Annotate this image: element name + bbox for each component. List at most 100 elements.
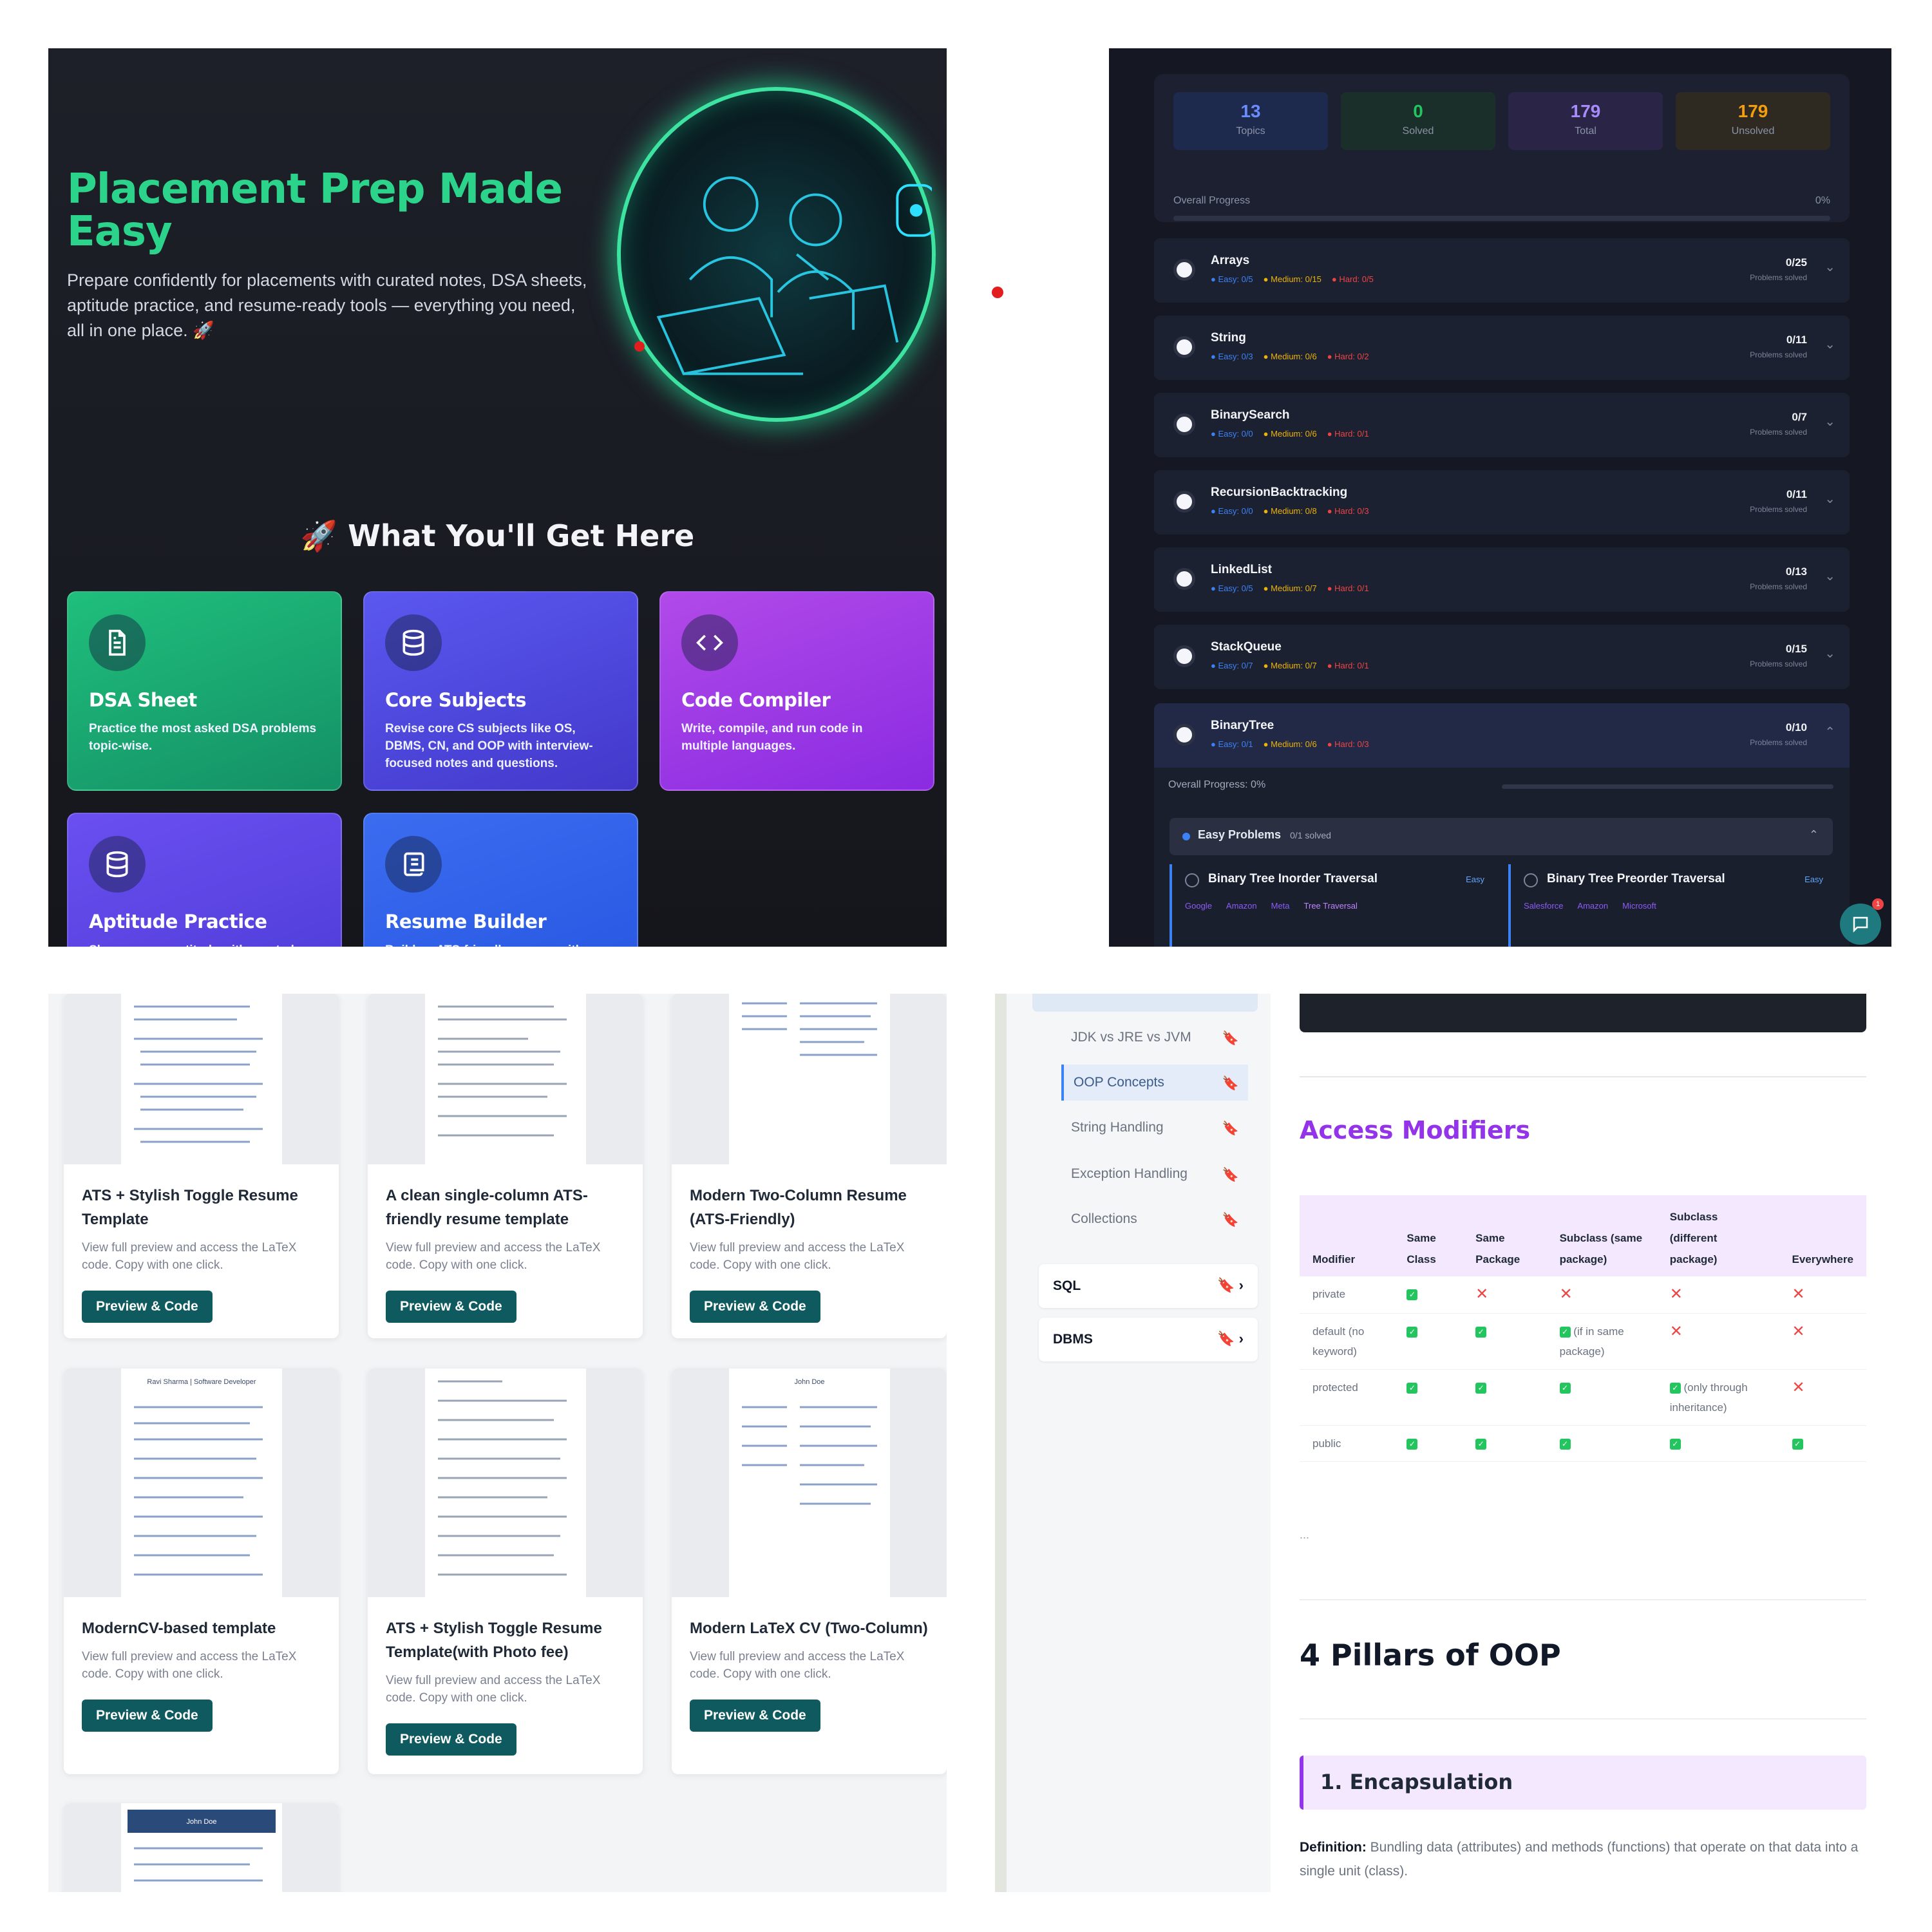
table-row: default (no keyword) ✓ ✓ ✓ (if in same p… bbox=[1300, 1313, 1866, 1370]
check-icon: ✓ bbox=[1406, 1383, 1418, 1394]
sidebar-group-dbms[interactable]: DBMS 🔖 › bbox=[1039, 1318, 1258, 1361]
status-dot bbox=[1173, 259, 1195, 281]
feature-title: Aptitude Practice bbox=[89, 911, 267, 933]
divider bbox=[1300, 1718, 1866, 1719]
status-dot bbox=[1173, 645, 1195, 667]
topic-row-string[interactable]: String ● Easy: 0/3 ● Medium: 0/6 ● Hard: 0… bbox=[1154, 316, 1850, 380]
chevron-up-icon[interactable]: ⌃ bbox=[1824, 724, 1835, 740]
bookmark-icon[interactable]: 🔖 bbox=[1222, 1213, 1239, 1228]
notification-badge: 1 bbox=[1872, 898, 1884, 910]
sidebar-section-header[interactable] bbox=[1032, 994, 1258, 1012]
chevron-down-icon[interactable]: ⌄ bbox=[1824, 336, 1835, 352]
check-icon: ✓ bbox=[1475, 1439, 1487, 1450]
code-icon bbox=[681, 614, 738, 671]
feature-card-dsa-sheet[interactable]: DSA Sheet Practice the most asked DSA pr… bbox=[67, 591, 342, 791]
hero-description: Prepare confidently for placements with … bbox=[67, 270, 587, 340]
chevron-down-icon[interactable]: ⌄ bbox=[1824, 491, 1835, 507]
table-header: Subclass (different package) bbox=[1656, 1195, 1779, 1276]
hero-illustration bbox=[617, 87, 936, 422]
feature-desc: Sharpen your aptitude with curated bbox=[89, 942, 320, 947]
resume-card: John Doe bbox=[64, 1803, 339, 1892]
table-header: Same Package bbox=[1463, 1195, 1547, 1276]
table-header: Same Class bbox=[1394, 1195, 1463, 1276]
resume-title: A clean single-column ATS-friendly resum… bbox=[386, 1187, 588, 1228]
hero-panel: Placement Prep Made Easy Prepare confide… bbox=[48, 48, 947, 947]
chevron-up-icon[interactable]: ⌃ bbox=[1809, 828, 1819, 842]
preview-code-button[interactable]: Preview & Code bbox=[386, 1723, 516, 1756]
topic-row-binarysearch[interactable]: BinarySearch ● Easy: 0/0 ● Medium: 0/6 ● H… bbox=[1154, 393, 1850, 457]
resume-card: John Doe Modern LaTeX CV (Two-Column) Vi… bbox=[672, 1368, 947, 1774]
cross-icon: ✕ bbox=[1559, 1285, 1573, 1303]
students-laptop-illustration bbox=[656, 176, 932, 375]
oop-notes-panel: JDK vs JRE vs JVM 🔖 OOP Concepts 🔖 String … bbox=[995, 994, 1893, 1892]
preview-code-button[interactable]: Preview & Code bbox=[82, 1291, 213, 1323]
chevron-down-icon[interactable]: ⌄ bbox=[1824, 645, 1835, 661]
overall-progress-label: Overall Progress bbox=[1173, 195, 1251, 206]
problem-card[interactable]: Binary Tree Inorder Traversal Easy Googl… bbox=[1170, 864, 1495, 947]
problem-card[interactable]: Binary Tree Preorder Traversal Easy Sale… bbox=[1508, 864, 1833, 947]
bookmark-icon[interactable]: 🔖 bbox=[1222, 1076, 1239, 1092]
resume-title: ATS + Stylish Toggle Resume Template(wit… bbox=[386, 1620, 602, 1661]
table-header: Subclass (same package) bbox=[1546, 1195, 1657, 1276]
check-icon: ✓ bbox=[1475, 1327, 1487, 1338]
topic-row-arrays[interactable]: Arrays ● Easy: 0/5 ● Medium: 0/15 ● Hard: … bbox=[1154, 238, 1850, 303]
check-icon: ✓ bbox=[1406, 1439, 1418, 1450]
resume-desc: View full preview and access the LaTeX c… bbox=[386, 1674, 601, 1705]
preview-code-button[interactable]: Preview & Code bbox=[690, 1700, 820, 1732]
checkbox[interactable] bbox=[1185, 873, 1199, 887]
sidebar-item-oop-concepts[interactable]: OOP Concepts 🔖 bbox=[1061, 1065, 1248, 1101]
topic-row-binarytree[interactable]: BinaryTree ● Easy: 0/1 ● Medium: 0/6 ● Har… bbox=[1154, 703, 1850, 768]
topic-row-stackqueue[interactable]: StackQueue ● Easy: 0/7 ● Medium: 0/7 ● Har… bbox=[1154, 625, 1850, 689]
resume-thumbnail[interactable] bbox=[672, 994, 947, 1164]
resume-title: Modern Two-Column Resume (ATS-Friendly) bbox=[690, 1187, 907, 1228]
check-icon: ✓ bbox=[1475, 1383, 1487, 1394]
checkbox[interactable] bbox=[1524, 873, 1538, 887]
preview-code-button[interactable]: Preview & Code bbox=[386, 1291, 516, 1323]
easy-problems-header[interactable]: Easy Problems 0/1 solved ⌃ bbox=[1170, 818, 1833, 855]
resume-title: Modern LaTeX CV (Two-Column) bbox=[690, 1620, 928, 1637]
topic-row-linkedlist[interactable]: LinkedList ● Easy: 0/5 ● Medium: 0/7 ● Har… bbox=[1154, 547, 1850, 612]
sidebar-item-string-handling[interactable]: String Handling 🔖 bbox=[1061, 1110, 1248, 1146]
sidebar-item-collections[interactable]: Collections 🔖 bbox=[1061, 1201, 1248, 1237]
bookmark-chevron-icon[interactable]: 🔖 › bbox=[1217, 1331, 1244, 1347]
bookmark-icon[interactable]: 🔖 bbox=[1222, 1031, 1239, 1046]
database-icon bbox=[385, 614, 442, 671]
chevron-down-icon[interactable]: ⌄ bbox=[1824, 413, 1835, 430]
preview-code-button[interactable]: Preview & Code bbox=[82, 1700, 213, 1732]
resume-thumbnail[interactable] bbox=[64, 994, 339, 1164]
bookmark-chevron-icon[interactable]: 🔖 › bbox=[1217, 1277, 1244, 1294]
chat-button[interactable] bbox=[1840, 904, 1881, 945]
resume-thumbnail[interactable]: John Doe bbox=[64, 1803, 339, 1892]
hero-title: Placement Prep Made Easy bbox=[67, 166, 563, 256]
sidebar-item-jdk-jre-jvm[interactable]: JDK vs JRE vs JVM 🔖 bbox=[1061, 1019, 1248, 1056]
resume-desc: View full preview and access the LaTeX c… bbox=[386, 1241, 601, 1272]
sidebar-item-exception-handling[interactable]: Exception Handling 🔖 bbox=[1061, 1156, 1248, 1192]
topic-row-recursion[interactable]: RecursionBacktracking ● Easy: 0/0 ● Mediu… bbox=[1154, 470, 1850, 535]
feature-card-resume-builder[interactable]: Resume Builder Build an ATS-friendly res… bbox=[363, 813, 638, 947]
bookmark-icon[interactable]: 🔖 bbox=[1222, 1168, 1239, 1183]
company-tags: Google Amazon Meta Tree Traversal bbox=[1185, 901, 1358, 911]
resume-desc: View full preview and access the LaTeX c… bbox=[82, 1241, 297, 1272]
cross-icon: ✕ bbox=[1792, 1323, 1805, 1340]
check-icon: ✓ bbox=[1559, 1439, 1571, 1450]
chevron-down-icon[interactable]: ⌄ bbox=[1824, 259, 1835, 275]
status-dot bbox=[1173, 336, 1195, 358]
feature-card-core-subjects[interactable]: Core Subjects Revise core CS subjects li… bbox=[363, 591, 638, 791]
resume-thumbnail[interactable]: John Doe bbox=[672, 1368, 947, 1597]
preview-code-button[interactable]: Preview & Code bbox=[690, 1291, 820, 1323]
resume-desc: View full preview and access the LaTeX c… bbox=[82, 1650, 297, 1681]
resume-card: ATS + Stylish Toggle Resume Template(wit… bbox=[368, 1368, 643, 1774]
resume-thumbnail[interactable] bbox=[368, 1368, 643, 1597]
status-dot bbox=[1173, 724, 1195, 746]
feature-card-code-compiler[interactable]: Code Compiler Write, compile, and run co… bbox=[659, 591, 934, 791]
feature-card-aptitude-practice[interactable]: Aptitude Practice Sharpen your aptitude … bbox=[67, 813, 342, 947]
sidebar-group-sql[interactable]: SQL 🔖 › bbox=[1039, 1264, 1258, 1308]
resume-card: Ravi Sharma | Software Developer ModernC… bbox=[64, 1368, 339, 1774]
bookmark-icon[interactable]: 🔖 bbox=[1222, 1121, 1239, 1137]
definition-text: Definition: Bundling data (attributes) a… bbox=[1300, 1840, 1859, 1879]
stats-card: 13 Topics 0 Solved 179 Total 179 Unsolve… bbox=[1154, 74, 1850, 222]
resume-thumbnail[interactable] bbox=[368, 994, 643, 1164]
resume-thumbnail[interactable]: Ravi Sharma | Software Developer bbox=[64, 1368, 339, 1597]
feature-desc: Revise core CS subjects like OS, DBMS, C… bbox=[385, 722, 593, 770]
chevron-down-icon[interactable]: ⌄ bbox=[1824, 568, 1835, 584]
